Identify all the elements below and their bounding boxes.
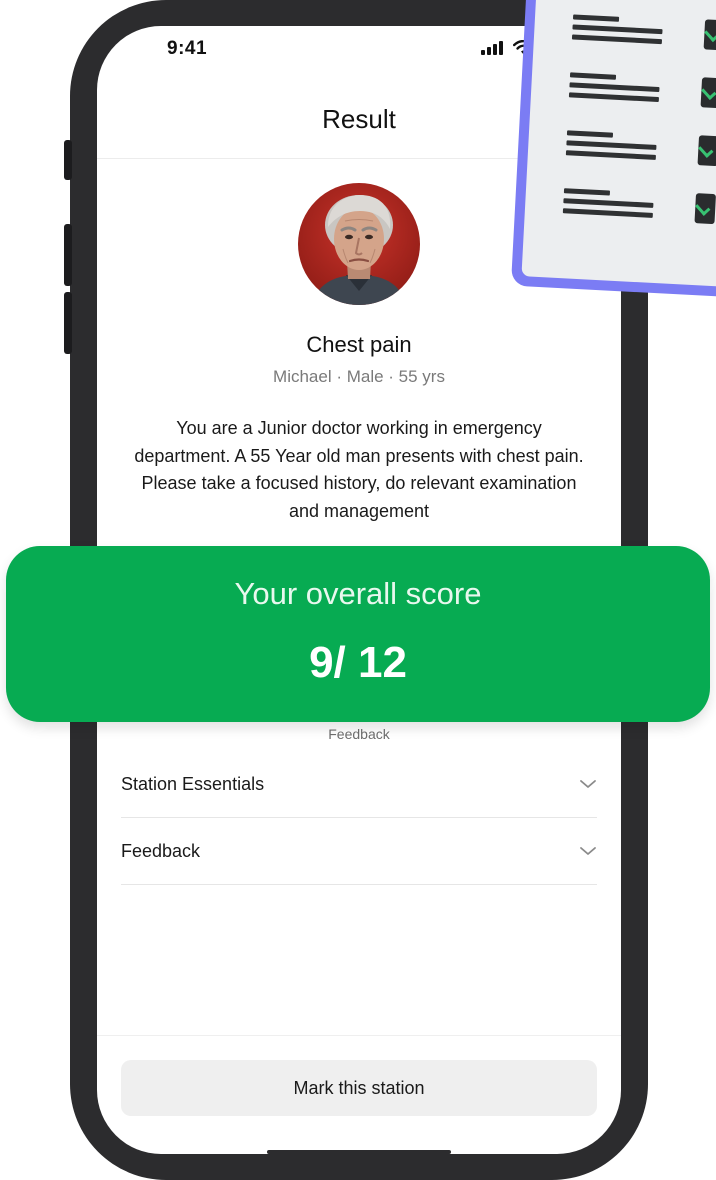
- case-meta: Michael · Male · 55 yrs: [273, 367, 445, 386]
- patient-avatar: [298, 183, 420, 305]
- checklist-illustration: [510, 0, 716, 299]
- checkbox-icon: [694, 193, 716, 225]
- bottom-divider: [97, 1035, 621, 1036]
- phone-side-button: [64, 140, 72, 180]
- checklist-line: [565, 150, 656, 160]
- checklist-line: [568, 92, 660, 103]
- checklist-line: [572, 24, 663, 35]
- checkbox-icon: [697, 135, 716, 167]
- status-time: 9:41: [167, 38, 208, 59]
- chevron-down-icon[interactable]: [579, 779, 597, 789]
- patient-portrait: [298, 183, 420, 305]
- stage: 9:41 Result Chest pain Michael · Male · …: [0, 0, 716, 1180]
- checkbox-icon: [703, 19, 716, 51]
- phone-side-button: [64, 224, 72, 286]
- accordion-station-essentials[interactable]: Station Essentials: [121, 751, 597, 818]
- score-value: 9/ 12: [309, 638, 407, 687]
- checkbox-icon: [700, 77, 716, 109]
- checklist-line: [572, 14, 620, 22]
- phone-side-button: [64, 292, 72, 354]
- checklist-sheet: [521, 0, 716, 288]
- checklist-line: [566, 130, 614, 138]
- score-label: Your overall score: [234, 576, 482, 611]
- checklist-line: [571, 34, 663, 45]
- accordion-feedback[interactable]: Feedback: [121, 818, 597, 885]
- checklist-line: [569, 72, 617, 80]
- checklist-line: [563, 198, 654, 208]
- feedback-caption: Feedback: [328, 726, 390, 742]
- home-indicator: [267, 1150, 451, 1154]
- case-description: You are a Junior doctor working in emerg…: [134, 418, 584, 521]
- mark-station-button[interactable]: Mark this station: [121, 1060, 597, 1116]
- checklist-line: [562, 208, 653, 218]
- case-title: Chest pain: [306, 332, 412, 357]
- accordion-label: Feedback: [121, 840, 201, 861]
- checklist-line: [563, 188, 611, 196]
- accordion-label: Station Essentials: [121, 773, 265, 794]
- signal-icon: [481, 41, 503, 55]
- checklist-line: [569, 82, 660, 93]
- score-banner: Your overall score 9/ 12: [6, 546, 710, 722]
- chevron-down-icon[interactable]: [579, 846, 597, 856]
- checklist-line: [566, 140, 657, 150]
